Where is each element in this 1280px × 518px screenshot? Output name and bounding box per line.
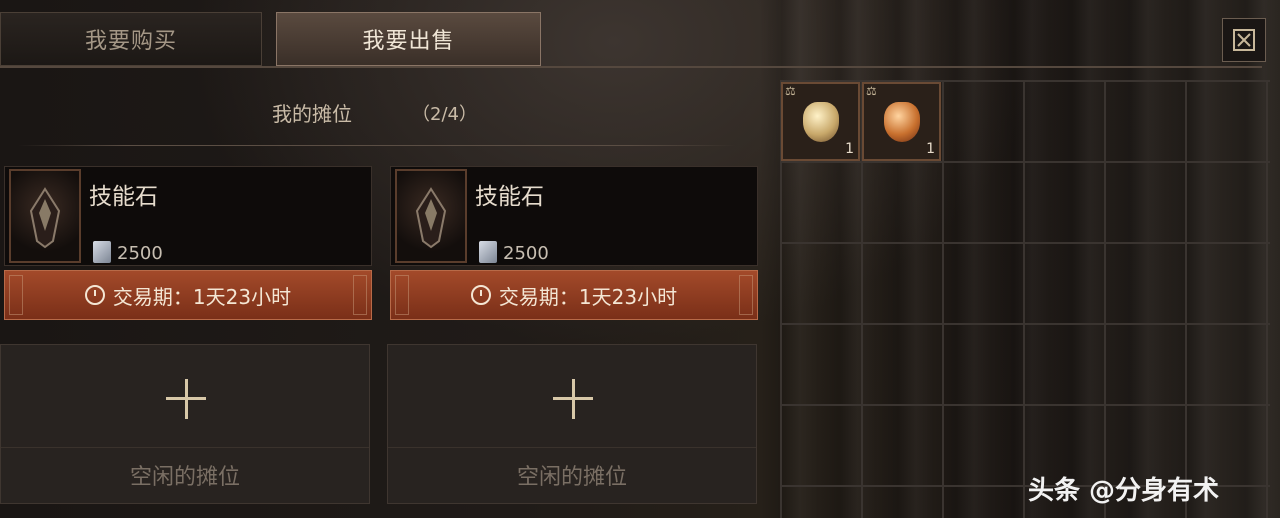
stall-title: 我的摊位 bbox=[272, 102, 352, 126]
trade-timer: 交易期：1天23小时 bbox=[390, 270, 758, 320]
close-icon bbox=[1233, 29, 1255, 51]
skill-stone-icon bbox=[395, 169, 467, 263]
inventory-slot-1[interactable]: ⚖ 1 bbox=[781, 82, 860, 161]
timer-text: 交易期：1天23小时 bbox=[498, 284, 678, 309]
slot-divider bbox=[388, 447, 756, 448]
corner-ornament bbox=[739, 275, 753, 315]
trade-timer: 交易期：1天23小时 bbox=[4, 270, 372, 320]
item-name: 技能石 bbox=[475, 184, 544, 210]
corner-ornament bbox=[9, 275, 23, 315]
currency-icon bbox=[93, 241, 111, 263]
watermark: 头条 @分身有术 bbox=[1028, 476, 1220, 506]
inventory-slot-2[interactable]: ⚖ 1 bbox=[862, 82, 941, 161]
timer-text: 交易期：1天23小时 bbox=[112, 284, 292, 309]
close-button[interactable] bbox=[1222, 18, 1266, 62]
item-count: 1 bbox=[926, 141, 935, 157]
skill-stone-icon bbox=[9, 169, 81, 263]
item-count: 1 bbox=[845, 141, 854, 157]
listing-card[interactable]: 技能石 2500 bbox=[4, 166, 372, 266]
item-price: 2500 bbox=[503, 243, 549, 264]
item-name: 技能石 bbox=[89, 184, 158, 210]
empty-slot-label: 空闲的摊位 bbox=[516, 465, 627, 490]
tab-buy[interactable]: 我要购买 bbox=[0, 12, 262, 66]
clock-icon bbox=[84, 285, 105, 305]
add-icon[interactable] bbox=[166, 379, 206, 419]
add-icon[interactable] bbox=[553, 379, 593, 419]
scale-icon: ⚖ bbox=[785, 84, 796, 98]
pale-gem-icon bbox=[803, 102, 839, 142]
corner-ornament bbox=[353, 275, 367, 315]
tab-divider bbox=[0, 66, 1262, 68]
slot-divider bbox=[1, 447, 369, 448]
currency-icon bbox=[479, 241, 497, 263]
scale-icon: ⚖ bbox=[866, 84, 877, 98]
header-divider bbox=[18, 145, 736, 146]
clock-icon bbox=[470, 285, 491, 305]
stall-count: （2/4） bbox=[412, 104, 477, 125]
tab-sell[interactable]: 我要出售 bbox=[276, 12, 541, 66]
empty-slot-label: 空闲的摊位 bbox=[129, 465, 240, 490]
amber-gem-icon bbox=[884, 102, 920, 142]
empty-slot-1[interactable]: 空闲的摊位 bbox=[0, 344, 370, 504]
empty-slot-2[interactable]: 空闲的摊位 bbox=[387, 344, 757, 504]
item-price: 2500 bbox=[117, 243, 163, 264]
corner-ornament bbox=[395, 275, 409, 315]
listing-card[interactable]: 技能石 2500 bbox=[390, 166, 758, 266]
